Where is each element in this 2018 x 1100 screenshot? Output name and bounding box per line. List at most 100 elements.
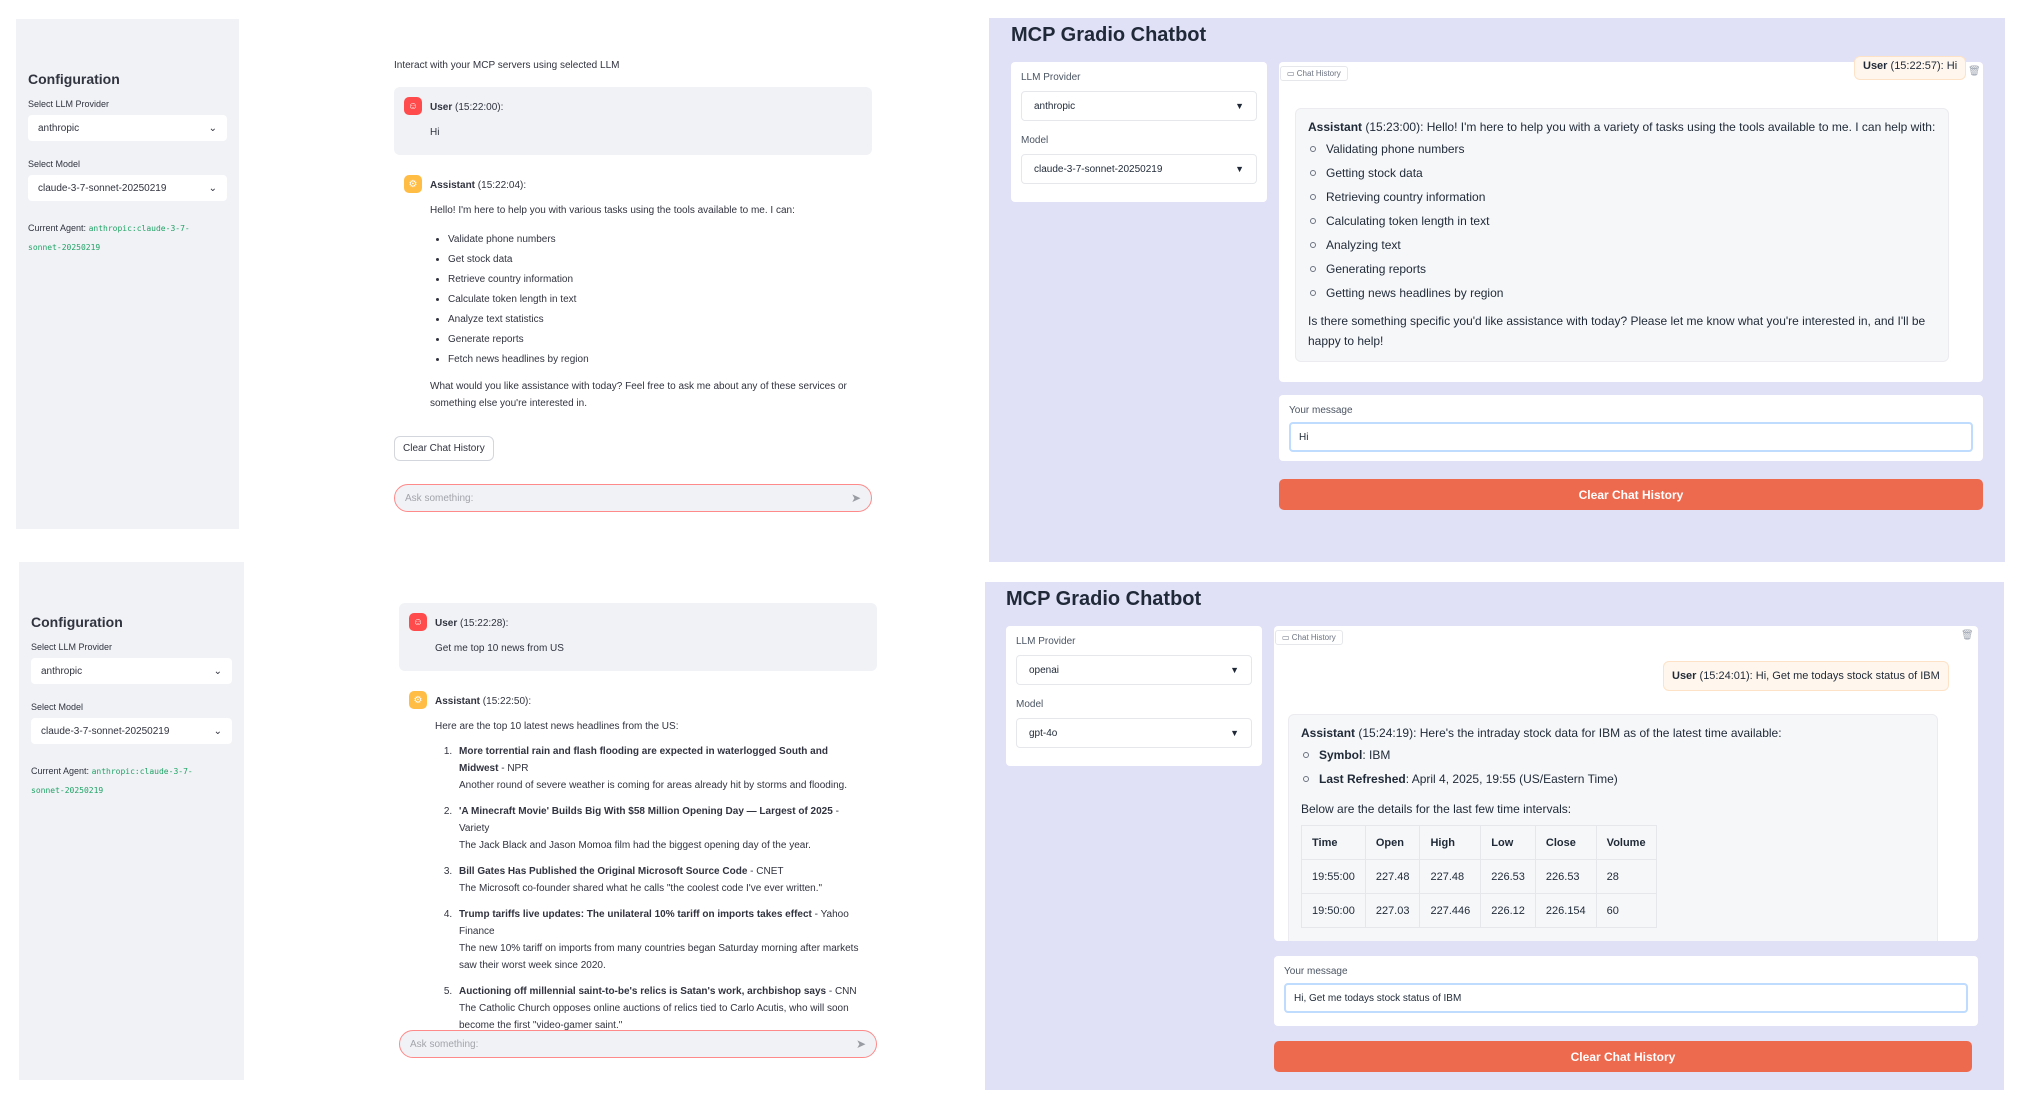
provider-dropdown[interactable]: openai ▼: [1016, 655, 1252, 685]
chevron-down-icon: ⌄: [208, 122, 217, 134]
caret-down-icon: ▼: [1230, 728, 1239, 738]
send-icon[interactable]: ➤: [856, 1037, 866, 1051]
list-item: Fetch news headlines by region: [448, 351, 862, 368]
caret-down-icon: ▼: [1235, 101, 1244, 111]
chat-input-placeholder: Ask something:: [410, 1038, 479, 1050]
message-header: User (15:22:00):: [430, 99, 862, 116]
config-box: LLM Provider openai ▼ Model gpt-4o ▼: [1006, 626, 1262, 766]
news-desc: The Catholic Church opposes online aucti…: [459, 1003, 849, 1031]
list-item: Getting stock data: [1308, 161, 1936, 185]
table-cell: 226.53: [1534, 859, 1597, 894]
message-time: (15:22:28):: [460, 618, 509, 629]
agent-label: Current Agent:: [31, 766, 90, 776]
news-desc: The new 10% tariff on imports from many …: [459, 943, 859, 971]
table-row: 19:55:00 227.48 227.48 226.53 226.53 28: [1301, 859, 1657, 894]
message-role: User: [1863, 60, 1888, 72]
chevron-down-icon: ⌄: [213, 665, 222, 677]
chat-input[interactable]: Ask something: ➤: [394, 484, 872, 512]
chat-history-label-text: Chat History: [1296, 69, 1341, 78]
chat-history-label: ▭ Chat History: [1275, 630, 1343, 645]
chat-icon: ▭: [1287, 69, 1297, 78]
clear-chat-button[interactable]: Clear Chat History: [1279, 479, 1983, 510]
message-role: User: [1672, 670, 1697, 682]
chevron-down-icon: ⌄: [213, 725, 222, 737]
list-item: Retrieve country information: [448, 271, 862, 288]
table-cell: 227.48: [1419, 859, 1482, 894]
chat-input-placeholder: Ask something:: [405, 492, 474, 504]
model-dropdown[interactable]: gpt-4o ▼: [1016, 718, 1252, 748]
news-desc: Another round of severe weather is comin…: [459, 780, 847, 791]
user-avatar-icon: ☺: [409, 613, 427, 631]
page-caption: Interact with your MCP servers using sel…: [394, 60, 620, 71]
provider-select[interactable]: anthropic ⌄: [28, 115, 227, 141]
st-bottom-main: ☺ User (15:22:28): Get me top 10 news fr…: [399, 603, 877, 1055]
model-label: Select Model: [31, 702, 84, 712]
provider-select[interactable]: anthropic ⌄: [31, 658, 232, 684]
user-bubble: User (15:22:57): Hi: [1854, 56, 1967, 80]
column-header: Open: [1364, 825, 1421, 860]
list-item: Analyzing text: [1308, 233, 1936, 257]
user-bubble: User (15:24:01): Hi, Get me todays stock…: [1663, 661, 1949, 691]
model-label: Model: [1021, 135, 1049, 146]
model-label: Select Model: [28, 159, 81, 169]
model-select[interactable]: claude-3-7-sonnet-20250219 ⌄: [31, 718, 232, 744]
news-headline: Auctioning off millennial saint-to-be's …: [459, 986, 827, 997]
message-box: Your message Hi: [1279, 395, 1983, 461]
message-input[interactable]: Hi: [1289, 422, 1973, 452]
provider-dropdown[interactable]: anthropic ▼: [1021, 91, 1257, 121]
symbol-value: : IBM: [1362, 748, 1391, 762]
model-value: claude-3-7-sonnet-20250219: [41, 725, 170, 737]
assistant-avatar-icon: ⚙: [404, 175, 422, 193]
list-item: Retrieving country information: [1308, 185, 1936, 209]
message-time: (15:22:00):: [455, 102, 504, 113]
table-cell: 227.446: [1419, 893, 1482, 928]
trash-icon[interactable]: 🗑: [1968, 66, 1981, 77]
message-text: Get me top 10 news from US: [435, 643, 564, 654]
model-value: claude-3-7-sonnet-20250219: [1034, 163, 1163, 175]
assistant-bubble: Assistant (15:24:19): Here's the intrada…: [1288, 714, 1938, 941]
caret-down-icon: ▼: [1235, 164, 1244, 174]
refreshed-label: Last Refreshed: [1319, 772, 1406, 786]
send-icon[interactable]: ➤: [851, 491, 861, 505]
chat-input[interactable]: Ask something: ➤: [399, 1030, 877, 1058]
table-row: 19:50:00 227.03 227.446 226.12 226.154 6…: [1301, 893, 1657, 928]
list-item: Get stock data: [448, 251, 862, 268]
user-message: ☺ User (15:22:00): Hi: [394, 87, 872, 155]
refreshed-value: : April 4, 2025, 19:55 (US/Eastern Time): [1405, 772, 1618, 786]
message-role: Assistant: [435, 696, 481, 707]
message-text: (15:24:19): Here's the intraday stock da…: [1355, 726, 1782, 740]
message-role: Assistant: [430, 180, 476, 191]
clear-chat-button[interactable]: Clear Chat History: [394, 436, 494, 461]
provider-label: Select LLM Provider: [28, 99, 110, 109]
assistant-avatar-icon: ⚙: [409, 691, 427, 709]
news-item: Bill Gates Has Published the Original Mi…: [455, 863, 867, 897]
user-message: ☺ User (15:22:28): Get me top 10 news fr…: [399, 603, 877, 671]
model-label: Model: [1016, 699, 1044, 710]
message-role: User: [435, 618, 458, 629]
trash-icon[interactable]: 🗑: [1961, 630, 1974, 641]
sidebar-title: Configuration: [28, 71, 120, 87]
provider-label: LLM Provider: [1021, 72, 1081, 83]
list-item: Last Refreshed: April 4, 2025, 19:55 (US…: [1301, 767, 1925, 791]
page-title: MCP Gradio Chatbot: [1006, 588, 1202, 610]
page-title: MCP Gradio Chatbot: [1011, 24, 1207, 46]
message-intro: Here are the top 10 latest news headline…: [435, 721, 679, 732]
news-source: - CNET: [747, 866, 784, 877]
table-cell: 227.03: [1364, 893, 1421, 928]
table-intro: Below are the details for the last few t…: [1301, 802, 1572, 816]
column-header: Volume: [1595, 825, 1657, 860]
model-select[interactable]: claude-3-7-sonnet-20250219 ⌄: [28, 175, 227, 201]
clear-chat-button[interactable]: Clear Chat History: [1274, 1041, 1972, 1072]
news-item: Trump tariffs live updates: The unilater…: [455, 906, 867, 974]
news-item: More torrential rain and flash flooding …: [455, 743, 867, 794]
table-cell: 60: [1595, 893, 1657, 928]
message-role: Assistant: [1308, 120, 1363, 134]
config-box: LLM Provider anthropic ▼ Model claude-3-…: [1011, 62, 1267, 202]
chat-icon: ▭: [1282, 633, 1292, 642]
table-cell: 28: [1595, 859, 1657, 894]
message-input[interactable]: Hi, Get me todays stock status of IBM: [1284, 983, 1968, 1013]
list-item: Validating phone numbers: [1308, 137, 1936, 161]
model-dropdown[interactable]: claude-3-7-sonnet-20250219 ▼: [1021, 154, 1257, 184]
message-time: (15:22:04):: [477, 180, 527, 191]
column-header: High: [1419, 825, 1482, 860]
